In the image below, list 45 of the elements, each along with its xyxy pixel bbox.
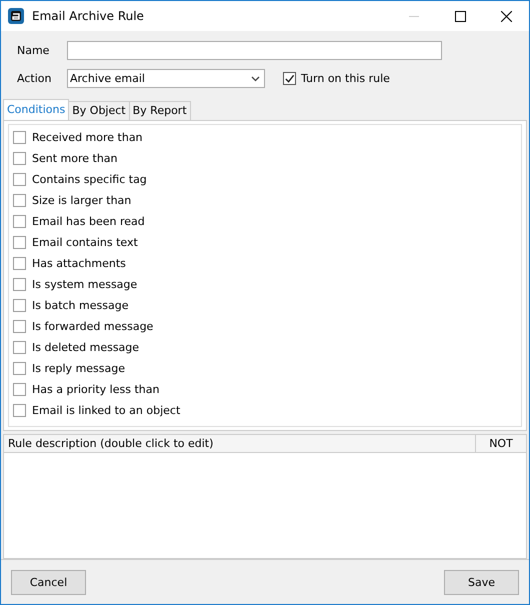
- checkbox[interactable]: [13, 215, 26, 228]
- checkbox[interactable]: [13, 173, 26, 186]
- checkbox[interactable]: [13, 278, 26, 291]
- action-dropdown[interactable]: Archive email: [67, 69, 265, 88]
- condition-label: Size is larger than: [32, 194, 132, 207]
- condition-label: Is deleted message: [32, 341, 140, 354]
- checkbox[interactable]: [13, 194, 26, 207]
- condition-label: Contains specific tag: [32, 173, 147, 186]
- checkbox[interactable]: [13, 362, 26, 375]
- tab[interactable]: Conditions: [3, 99, 70, 120]
- checkbox[interactable]: [13, 383, 26, 396]
- checkbox[interactable]: [13, 236, 26, 249]
- condition-label: Is forwarded message: [32, 320, 154, 333]
- checkbox[interactable]: [13, 131, 26, 144]
- tab[interactable]: By Report: [128, 101, 191, 120]
- condition-label: Email contains text: [32, 236, 138, 249]
- checkbox[interactable]: [283, 72, 296, 85]
- checkbox[interactable]: [13, 320, 26, 333]
- condition-label: Received more than: [32, 131, 143, 144]
- action-label: Action: [17, 72, 52, 85]
- cancel-button[interactable]: Cancel: [11, 570, 86, 594]
- maximize-icon: [454, 10, 466, 22]
- column-header: Rule description (double click to edit): [7, 436, 214, 452]
- checkbox[interactable]: [13, 404, 26, 417]
- close-icon: [500, 10, 512, 22]
- name-label: Name: [17, 44, 50, 57]
- condition-label: Is batch message: [32, 299, 128, 312]
- checkbox-label: Turn on this rule: [301, 72, 390, 85]
- app-icon: [8, 8, 24, 24]
- condition-label: Sent more than: [32, 152, 118, 165]
- checkbox[interactable]: [13, 257, 26, 270]
- condition-label: Is system message: [32, 278, 138, 291]
- window-title: Email Archive Rule: [32, 9, 145, 23]
- condition-label: Email has been read: [32, 215, 145, 228]
- condition-label: Is reply message: [32, 362, 126, 375]
- save-button[interactable]: Save: [444, 570, 519, 594]
- chevron-down-icon: [251, 76, 260, 82]
- column-header: NOT: [475, 435, 526, 452]
- condition-label: Has attachments: [32, 257, 126, 270]
- condition-label: Has a priority less than: [32, 383, 160, 396]
- checkbox[interactable]: [13, 299, 26, 312]
- checkbox[interactable]: [13, 341, 26, 354]
- condition-label: Email is linked to an object: [32, 404, 180, 417]
- name-field[interactable]: [67, 41, 442, 60]
- checkbox[interactable]: [13, 152, 26, 165]
